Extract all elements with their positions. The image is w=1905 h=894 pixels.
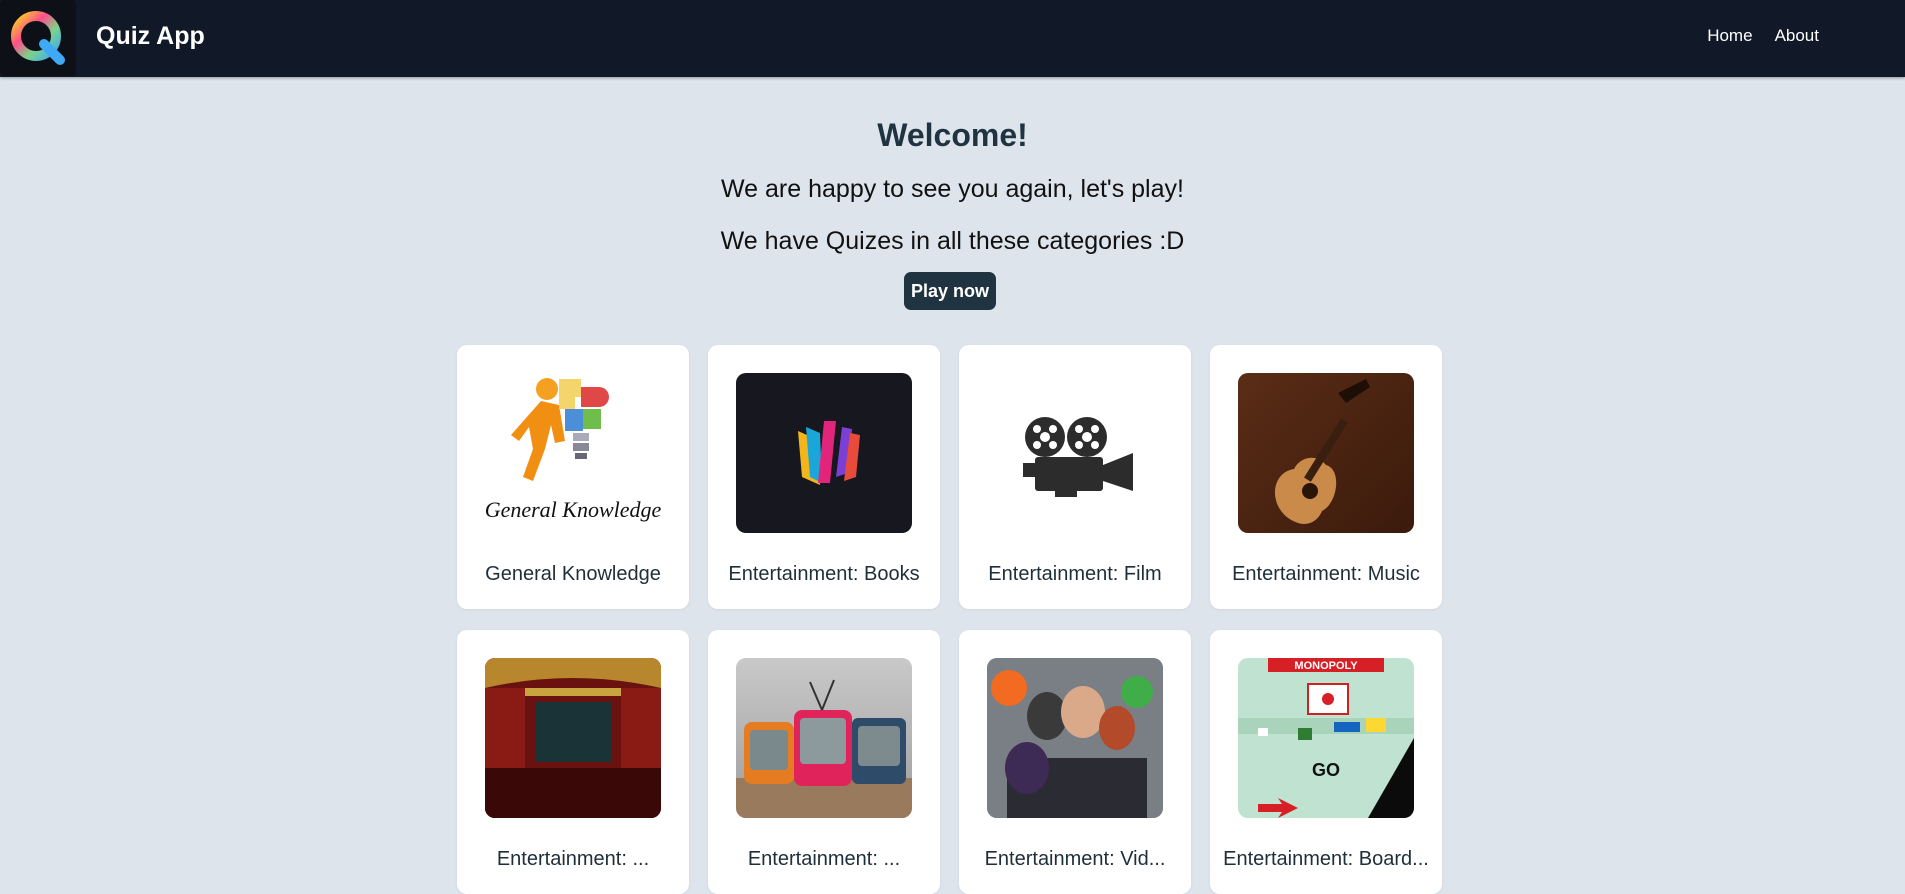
- category-card-music[interactable]: Entertainment: Music: [1210, 345, 1442, 609]
- category-card-tv[interactable]: Entertainment: ...: [708, 630, 940, 894]
- books-image: [736, 373, 912, 533]
- category-card-theatre[interactable]: Entertainment: ...: [457, 630, 689, 894]
- tv-image: [736, 658, 912, 818]
- category-label: General Knowledge: [485, 563, 661, 585]
- general-knowledge-image: General Knowledge: [485, 373, 661, 533]
- category-card-general-knowledge[interactable]: General Knowledge General Knowledge: [457, 345, 689, 609]
- film-projector-image: [987, 373, 1163, 533]
- category-label: Entertainment: Music: [1232, 563, 1420, 585]
- nav-links: Home About: [1707, 26, 1819, 46]
- guitar-image: [1238, 373, 1414, 533]
- category-card-books[interactable]: Entertainment: Books: [708, 345, 940, 609]
- category-label: Entertainment: Film: [988, 563, 1162, 585]
- welcome-title: Welcome!: [877, 117, 1028, 153]
- category-label: Entertainment: ...: [496, 848, 650, 870]
- category-label: Entertainment: Books: [728, 563, 920, 585]
- nav-link-about[interactable]: About: [1775, 26, 1819, 46]
- category-label: Entertainment: Vid...: [984, 848, 1166, 870]
- board-title-text: MONOPOLY: [1294, 660, 1358, 672]
- categories-message: We have Quizes in all these categories :…: [720, 227, 1185, 255]
- video-game-characters-image: [987, 658, 1163, 818]
- brand-title[interactable]: Quiz App: [96, 22, 205, 51]
- navbar: Quiz App Home About: [0, 0, 1905, 77]
- category-card-film[interactable]: Entertainment: Film: [959, 345, 1191, 609]
- category-label: Entertainment: ...: [747, 848, 901, 870]
- theatre-image: [485, 658, 661, 818]
- app-logo[interactable]: [0, 0, 76, 76]
- nav-link-home[interactable]: Home: [1707, 26, 1752, 46]
- play-now-button[interactable]: Play now: [904, 272, 996, 310]
- category-card-board-games[interactable]: MONOPOLY GO Entertainment: Board...: [1210, 630, 1442, 894]
- board-game-image: MONOPOLY GO: [1238, 658, 1414, 818]
- welcome-message: We are happy to see you again, let's pla…: [721, 175, 1184, 203]
- q-logo-icon: [11, 11, 65, 65]
- category-card-video-games[interactable]: Entertainment: Vid...: [959, 630, 1191, 894]
- board-go-text: GO: [1312, 760, 1340, 780]
- gk-caption-text: General Knowledge: [485, 497, 661, 522]
- category-label: Entertainment: Board...: [1223, 848, 1429, 870]
